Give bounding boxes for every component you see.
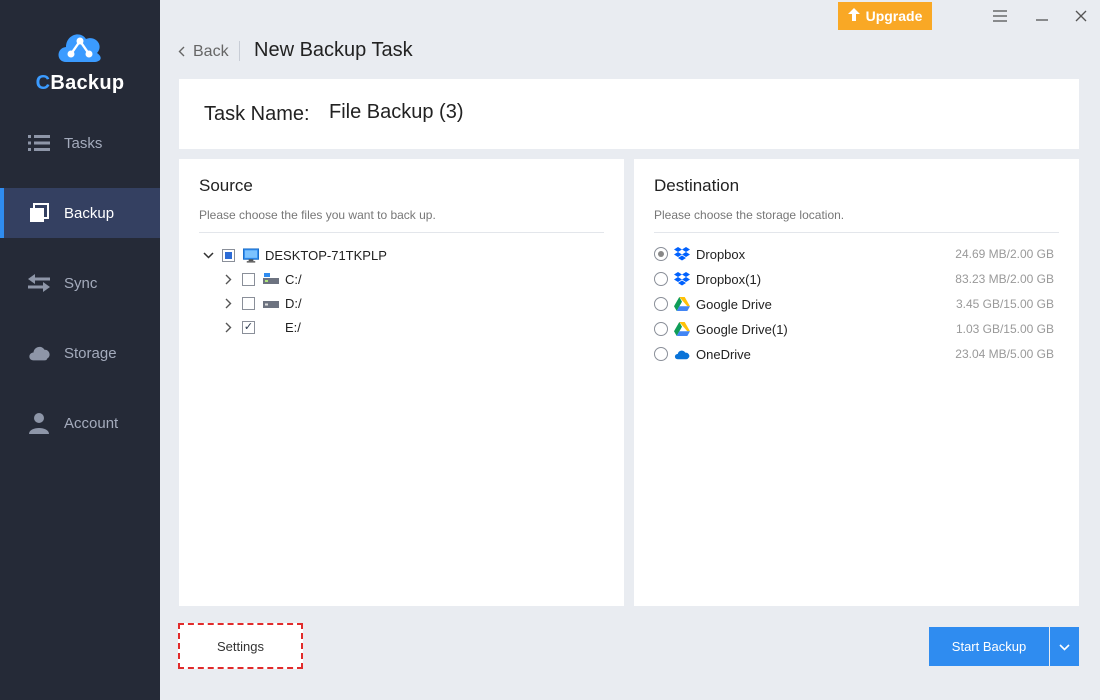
drive-c-label: C:/ [285,271,302,287]
nav-item-backup[interactable]: Backup [0,188,160,238]
blank-drive-icon [263,319,279,335]
tree-row-drive-c: C:/ [222,269,302,289]
nav-label-storage: Storage [64,344,117,362]
tree-row-drive-e: E:/ [222,317,301,337]
destination-option-onedrive[interactable]: OneDrive 23.04 MB/5.00 GB [654,344,1054,364]
destination-hint: Please choose the storage location. [654,208,845,222]
google-drive-icon [674,296,690,312]
settings-label: Settings [217,638,264,654]
destination-name: Dropbox [696,246,746,262]
destination-name: Google Drive [696,296,772,312]
nav-item-account[interactable]: Account [0,398,160,448]
source-panel: Source Please choose the files you want … [179,159,624,606]
destination-size: 83.23 MB/2.00 GB [955,272,1054,286]
start-backup-button[interactable]: Start Backup [929,627,1049,666]
upgrade-button[interactable]: Upgrade [838,2,932,30]
drive-d-checkbox[interactable] [242,296,255,310]
tree-row-drive-d: D:/ [222,293,302,313]
tree-row-computer: DESKTOP-71TKPLP [202,245,387,265]
nav-label-tasks: Tasks [64,134,103,152]
onedrive-icon [674,346,690,362]
task-name-value[interactable]: File Backup (3) [329,101,464,124]
start-backup-dropdown[interactable] [1050,627,1079,666]
upgrade-arrow-icon [847,8,860,24]
nav-label-backup: Backup [64,204,115,222]
menu-icon[interactable] [988,4,1012,28]
sidebar: CBackup Tasks Backup Sync Storage Accoun… [0,0,160,700]
google-drive-icon [674,321,690,337]
destination-size: 24.69 MB/2.00 GB [955,247,1054,261]
destination-name: Google Drive(1) [696,321,788,337]
start-backup-label: Start Backup [951,639,1027,654]
destination-radio[interactable] [654,297,668,311]
computer-icon [243,247,259,263]
destination-divider [654,232,1059,233]
nav-label-account: Account [64,414,119,432]
dropbox-icon [674,271,690,287]
destination-name: OneDrive [696,346,751,362]
destination-radio[interactable] [654,347,668,361]
cbackup-logo-icon [58,34,101,62]
destination-radio[interactable] [654,272,668,286]
dropbox-icon [674,246,690,262]
drive-e-label: E:/ [285,319,301,335]
nav-label-sync: Sync [64,274,98,292]
source-divider [199,232,604,233]
destination-size: 23.04 MB/5.00 GB [955,347,1054,361]
system-drive-icon [263,271,279,287]
destination-option-dropbox[interactable]: Dropbox 24.69 MB/2.00 GB [654,244,1054,264]
destination-panel: Destination Please choose the storage lo… [634,159,1079,606]
chevron-right-icon[interactable] [222,273,234,285]
drive-c-checkbox[interactable] [242,272,255,286]
header-divider [239,41,240,61]
destination-size: 1.03 GB/15.00 GB [955,322,1054,336]
backup-icon [28,202,50,224]
app-name-rest: Backup [50,72,125,94]
back-button[interactable]: Back [178,40,229,64]
task-name-panel: Task Name: File Backup (3) [179,79,1079,149]
user-icon [28,412,50,434]
destination-name: Dropbox(1) [696,271,762,287]
destination-option-google-drive[interactable]: Google Drive 3.45 GB/15.00 GB [654,294,1054,314]
source-hint: Please choose the files you want to back… [199,208,436,222]
nav-item-tasks[interactable]: Tasks [0,118,160,168]
source-title: Source [199,176,253,195]
page-title: New Backup Task [254,39,413,61]
drive-icon [263,295,279,311]
destination-option-dropbox-1[interactable]: Dropbox(1) 83.23 MB/2.00 GB [654,269,1054,289]
chevron-down-icon [1059,639,1070,654]
upgrade-label: Upgrade [865,8,923,24]
app-name-prefix: C [35,72,51,94]
chevron-right-icon[interactable] [222,297,234,309]
minimize-icon[interactable] [1030,4,1054,28]
destination-radio[interactable] [654,247,668,261]
destination-radio[interactable] [654,322,668,336]
app-name: CBackup [0,72,160,95]
settings-button[interactable]: Settings [178,623,303,669]
destination-option-google-drive-1[interactable]: Google Drive(1) 1.03 GB/15.00 GB [654,319,1054,339]
nav-item-sync[interactable]: Sync [0,258,160,308]
chevron-down-icon[interactable] [202,249,214,261]
task-name-label: Task Name: [204,103,310,125]
drive-e-checkbox[interactable] [242,320,255,334]
chevron-right-icon[interactable] [222,321,234,333]
computer-checkbox[interactable] [222,248,235,262]
destination-title: Destination [654,176,740,195]
nav-item-storage[interactable]: Storage [0,328,160,378]
close-icon[interactable] [1069,4,1093,28]
sync-icon [28,272,50,294]
back-label: Back [193,43,229,60]
destination-size: 3.45 GB/15.00 GB [955,297,1054,311]
cloud-icon [28,342,50,364]
computer-label: DESKTOP-71TKPLP [265,247,387,263]
list-icon [28,132,50,154]
chevron-left-icon [178,44,185,60]
drive-d-label: D:/ [285,295,302,311]
app-logo: CBackup [0,26,160,106]
